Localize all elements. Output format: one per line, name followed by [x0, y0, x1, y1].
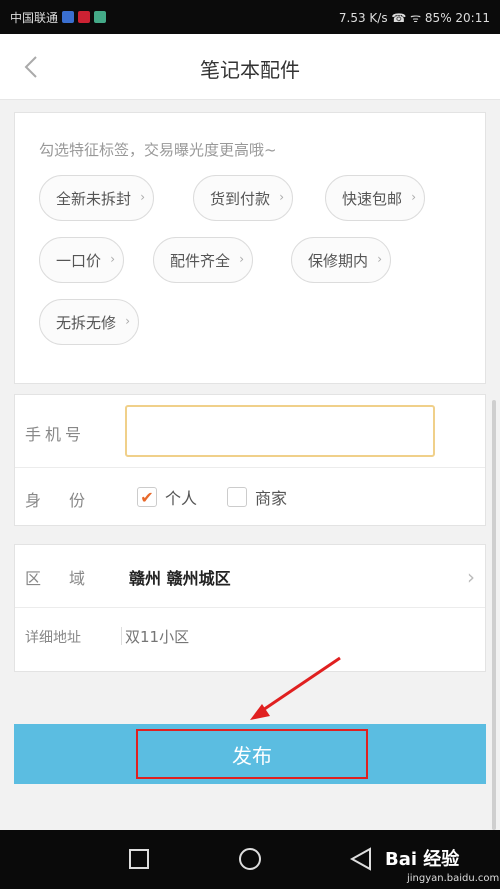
check-icon: ✔ — [140, 487, 154, 507]
tag-label: 保修期内 — [308, 251, 369, 270]
identity-label: 身份 — [25, 491, 114, 510]
location-card: 区域 赣州 赣州城区 › 详细地址 — [14, 544, 486, 672]
watermark-logo: Bai 经验 — [385, 849, 460, 870]
app-notification-icon — [78, 11, 91, 23]
identity-business-label: 商家 — [255, 489, 288, 508]
app-notification-icon — [62, 11, 75, 23]
contact-card: 手机号 身份 ✔ 个人 商家 — [14, 394, 486, 526]
phone-input[interactable] — [125, 405, 435, 457]
chevron-right-icon: › — [377, 252, 383, 266]
tag-item[interactable]: 一口价 › — [39, 237, 125, 283]
identity-personal-label: 个人 — [165, 489, 198, 508]
circle-icon — [239, 848, 261, 870]
chevron-right-icon[interactable]: › — [467, 565, 475, 589]
scrollbar[interactable] — [492, 400, 496, 830]
tag-item[interactable]: 快速包邮 › — [325, 175, 426, 221]
back-nav-button[interactable] — [346, 844, 376, 874]
chevron-right-icon: › — [411, 190, 417, 204]
chevron-right-icon: › — [279, 190, 285, 204]
tag-label: 快速包邮 — [342, 189, 403, 208]
tag-label: 无拆无修 — [56, 313, 117, 332]
tag-label: 全新未拆封 — [56, 189, 132, 208]
watermark-url: jingyan.baidu.com — [407, 873, 500, 884]
identity-business-checkbox[interactable] — [227, 487, 247, 507]
tag-item[interactable]: 货到付款 › — [193, 175, 294, 221]
tag-item[interactable]: 配件齐全 › — [153, 237, 254, 283]
tag-label: 一口价 — [56, 251, 102, 270]
carrier-text: 中国联通 — [10, 10, 59, 25]
chevron-right-icon: › — [140, 190, 146, 204]
square-icon — [129, 849, 149, 869]
tag-item[interactable]: 保修期内 › — [291, 237, 392, 283]
tag-item[interactable]: 全新未拆封 › — [39, 175, 155, 221]
address-input[interactable] — [125, 619, 445, 655]
identity-personal-checkbox[interactable]: ✔ — [137, 487, 157, 507]
app-notification-icon — [94, 11, 107, 23]
phone-label: 手机号 — [25, 425, 86, 444]
triangle-back-icon — [350, 847, 371, 871]
tag-label: 配件齐全 — [170, 251, 231, 270]
tag-label: 货到付款 — [210, 189, 271, 208]
chevron-right-icon: › — [110, 252, 116, 266]
home-button[interactable] — [235, 844, 265, 874]
baidu-watermark: Bai 经验 jingyan.baidu.com — [385, 845, 499, 884]
tags-hint: 勾选特征标签，交易曝光度更高哦~ — [39, 141, 277, 159]
publish-button[interactable]: 发布 — [136, 729, 368, 779]
region-label: 区域 — [25, 569, 114, 588]
tag-item[interactable]: 无拆无修 › — [39, 299, 140, 345]
status-right: 7.53 K/s ☎ ᯤ 85% 20:11 — [338, 10, 490, 25]
region-value[interactable]: 赣州 赣州城区 — [129, 565, 231, 589]
divider — [15, 467, 485, 468]
chevron-right-icon: › — [239, 252, 245, 266]
status-left: 中国联通 — [10, 9, 107, 26]
header: 笔记本配件 — [0, 34, 500, 100]
tags-card: 勾选特征标签，交易曝光度更高哦~ 全新未拆封 › 货到付款 › 快速包邮 › 一… — [14, 112, 486, 384]
recent-apps-button[interactable] — [124, 844, 154, 874]
page-title: 笔记本配件 — [200, 58, 300, 82]
divider — [15, 607, 485, 608]
address-label: 详细地址 — [25, 630, 81, 646]
field-separator — [121, 627, 122, 645]
status-bar: 中国联通 7.53 K/s ☎ ᯤ 85% 20:11 — [0, 0, 500, 34]
chevron-right-icon: › — [125, 314, 131, 328]
